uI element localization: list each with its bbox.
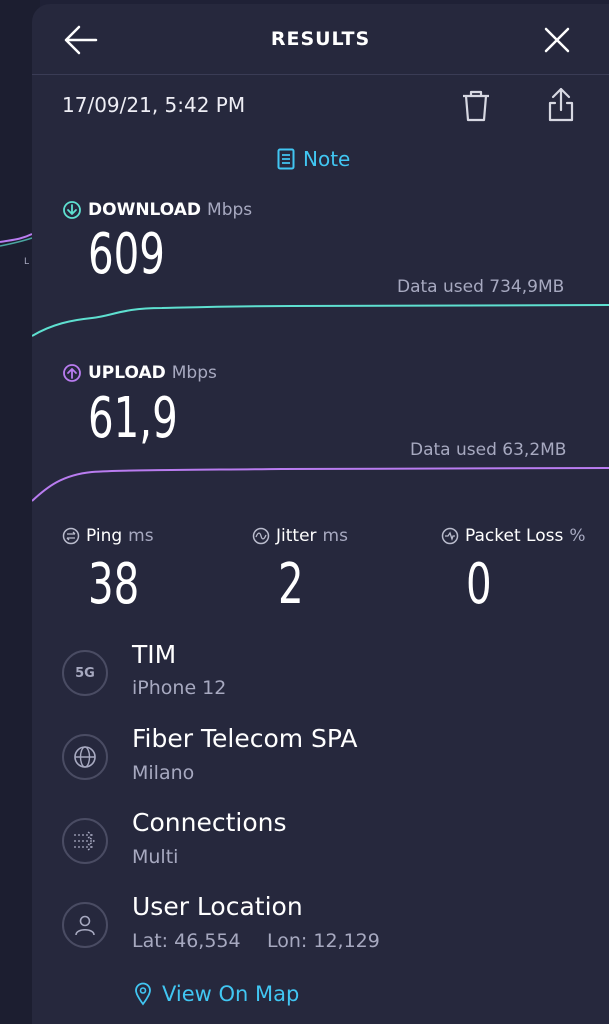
ping-icon	[62, 527, 80, 545]
ping-unit: ms	[128, 526, 154, 546]
view-on-map-link[interactable]: View On Map	[134, 982, 299, 1006]
upload-label-row: UPLOAD Mbps	[62, 363, 217, 383]
packet-loss-value: 0	[466, 552, 492, 617]
location-title: User Location	[132, 892, 303, 921]
connections-title: Connections	[132, 808, 287, 837]
upload-data-used: Data used 63,2MB	[410, 440, 567, 460]
download-unit: Mbps	[207, 200, 253, 220]
download-label-row: DOWNLOAD Mbps	[62, 200, 252, 220]
ping-label-row: Ping ms	[62, 526, 154, 546]
note-button[interactable]: Note	[277, 147, 350, 171]
ping-label: Ping	[86, 526, 123, 546]
server-city: Milano	[132, 762, 195, 784]
packet-loss-unit: %	[569, 526, 586, 546]
header-bar: RESULTS	[32, 4, 609, 75]
note-label: Note	[303, 147, 351, 171]
longitude: Lon: 12,129	[267, 930, 380, 952]
packet-loss-label-row: Packet Loss %	[441, 526, 585, 546]
close-button[interactable]	[539, 22, 575, 58]
connections-type: Multi	[132, 846, 179, 868]
carrier-name: TIM	[132, 640, 177, 669]
download-speed-graph	[32, 304, 609, 337]
test-date: 17/09/21, 5:42 PM	[62, 93, 246, 117]
upload-value: 61,9	[88, 386, 178, 451]
jitter-unit: ms	[322, 526, 348, 546]
device-name: iPhone 12	[132, 677, 227, 699]
5g-icon: 5G	[62, 650, 108, 696]
jitter-value: 2	[278, 552, 304, 617]
close-icon	[544, 27, 570, 53]
upload-icon	[63, 364, 81, 382]
user-icon	[62, 902, 108, 948]
packet-loss-icon	[441, 527, 459, 545]
location-pin-icon	[135, 982, 151, 1006]
background-tick-label: L	[24, 257, 30, 267]
provider-name: Fiber Telecom SPA	[132, 724, 358, 753]
jitter-label: Jitter	[276, 526, 317, 546]
latitude: Lat: 46,554	[132, 930, 241, 952]
delete-button[interactable]	[460, 88, 492, 124]
share-icon	[548, 87, 574, 122]
jitter-icon	[252, 527, 270, 545]
download-icon	[63, 201, 81, 219]
connections-icon	[62, 818, 108, 864]
jitter-label-row: Jitter ms	[252, 526, 348, 546]
share-button[interactable]	[546, 86, 576, 124]
upload-label: UPLOAD	[88, 363, 166, 383]
globe-icon	[62, 734, 108, 780]
trash-icon	[463, 90, 489, 122]
results-sheet: RESULTS 17/09/21, 5:42 PM Note DOWNLOAD	[32, 4, 609, 1024]
ping-value: 38	[88, 552, 140, 617]
download-value: 609	[88, 222, 165, 287]
download-label: DOWNLOAD	[88, 200, 202, 220]
upload-speed-graph	[32, 467, 609, 502]
note-icon	[277, 148, 295, 170]
page-title: RESULTS	[270, 28, 371, 50]
packet-loss-label: Packet Loss	[465, 526, 564, 546]
view-on-map-label: View On Map	[162, 982, 300, 1006]
upload-unit: Mbps	[171, 363, 217, 383]
